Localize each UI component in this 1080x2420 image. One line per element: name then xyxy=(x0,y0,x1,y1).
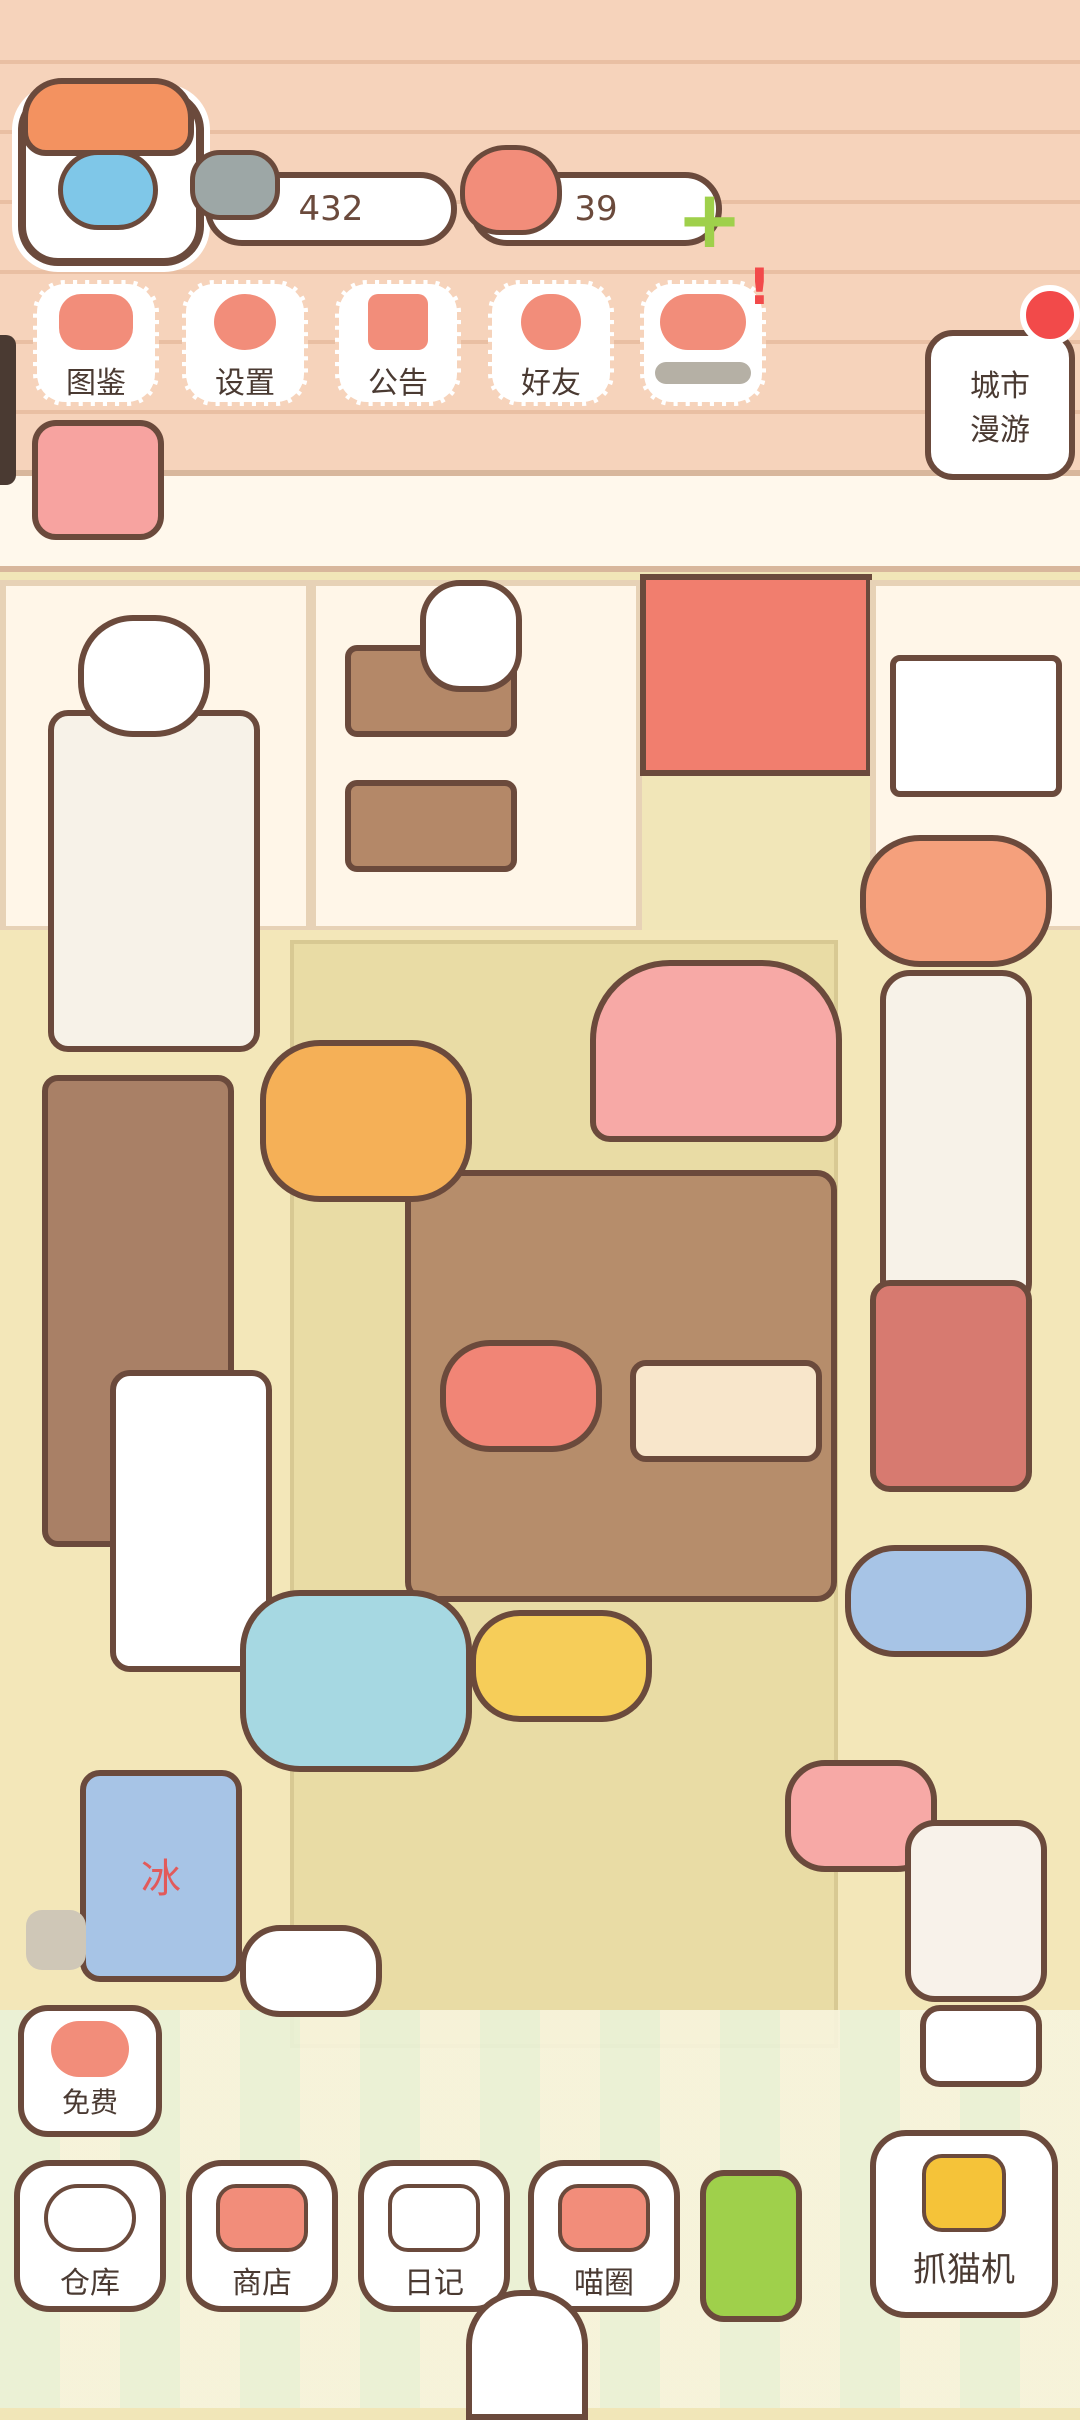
rice-cooker[interactable] xyxy=(905,1820,1047,2002)
gift-icon xyxy=(368,294,428,350)
shaved-ice-machine[interactable]: 冰 xyxy=(80,1770,242,1982)
shop-icon xyxy=(216,2184,308,2252)
heart-events-icon xyxy=(660,294,746,350)
brick-line xyxy=(0,60,1080,64)
free-label: 免费 xyxy=(61,2086,118,2119)
flower-pot[interactable] xyxy=(860,835,1052,967)
cat-planet-icon xyxy=(558,2184,650,2252)
sushi-poster[interactable] xyxy=(890,655,1062,797)
ice-sign: 冰 xyxy=(141,1856,181,1902)
gear-icon xyxy=(214,294,276,350)
claw-machine-label: 抓猫机 xyxy=(913,2250,1015,2290)
loading-bar xyxy=(655,362,751,384)
brick-line xyxy=(0,410,1080,414)
claw-machine-button[interactable]: 抓猫机 xyxy=(870,2130,1058,2318)
notification-dot xyxy=(1020,285,1080,345)
city-tour-line2: 漫游 xyxy=(970,413,1030,448)
heart-count: 39 xyxy=(574,189,618,229)
funnel-cup[interactable] xyxy=(920,2005,1042,2087)
nav-diary[interactable]: 日记 xyxy=(358,2160,510,2312)
red-chair[interactable] xyxy=(870,1280,1032,1492)
menu-item-settings[interactable]: 设置 xyxy=(182,280,308,406)
blue-cushion[interactable] xyxy=(845,1545,1032,1657)
bird-charm[interactable] xyxy=(700,2170,802,2322)
lucky-cat-figure[interactable] xyxy=(420,580,522,692)
menu-item-collection[interactable]: 图鉴 xyxy=(33,280,159,406)
panda-plush[interactable] xyxy=(78,615,210,737)
shelf-bottom xyxy=(345,780,517,872)
city-tour-line1: 城市 xyxy=(970,369,1030,404)
ramen-bowl[interactable] xyxy=(440,1340,602,1452)
refrigerator[interactable] xyxy=(48,710,260,1052)
side-handle[interactable] xyxy=(0,335,16,485)
paper-fan[interactable] xyxy=(240,1925,382,2017)
bunny-peek[interactable] xyxy=(466,2290,588,2420)
add-hearts-button[interactable]: + xyxy=(676,180,743,260)
nav-shop[interactable]: 商店 xyxy=(186,2160,338,2312)
nav-cat-circle[interactable]: 喵圈 xyxy=(528,2160,680,2312)
alert-mark: ! xyxy=(748,258,771,316)
heart-icon xyxy=(51,2021,129,2077)
fish-count: 432 xyxy=(298,189,364,229)
cat-book-icon xyxy=(59,294,133,350)
claw-machine-icon xyxy=(922,2154,1006,2232)
menu-item-friends[interactable]: 好友 xyxy=(488,280,614,406)
avatar-face xyxy=(58,150,158,230)
menu-item-announcements[interactable]: 公告 xyxy=(335,280,461,406)
calendar-icon[interactable] xyxy=(32,420,164,540)
cat-house[interactable] xyxy=(590,960,842,1142)
nav-warehouse[interactable]: 仓库 xyxy=(14,2160,166,2312)
free-hearts-button[interactable]: 免费 xyxy=(18,2005,162,2137)
blue-horse-rocker[interactable] xyxy=(240,1590,472,1772)
noren-curtain[interactable] xyxy=(640,574,872,776)
air-purifier[interactable] xyxy=(880,970,1032,1312)
friends-icon xyxy=(521,294,581,350)
warehouse-icon xyxy=(44,2184,136,2252)
photo-mode-icon[interactable] xyxy=(26,1910,86,1970)
giraffe-rocker[interactable] xyxy=(260,1040,472,1202)
brick-line xyxy=(0,270,1080,274)
sushi-hat-avatar xyxy=(22,78,194,156)
heart-icon xyxy=(460,145,562,235)
fish-icon xyxy=(190,150,280,220)
city-tour-button[interactable]: 城市 漫游 xyxy=(925,330,1075,480)
sushi-plate[interactable] xyxy=(630,1360,822,1462)
diary-icon xyxy=(388,2184,480,2252)
yellow-cushion[interactable] xyxy=(470,1610,652,1722)
